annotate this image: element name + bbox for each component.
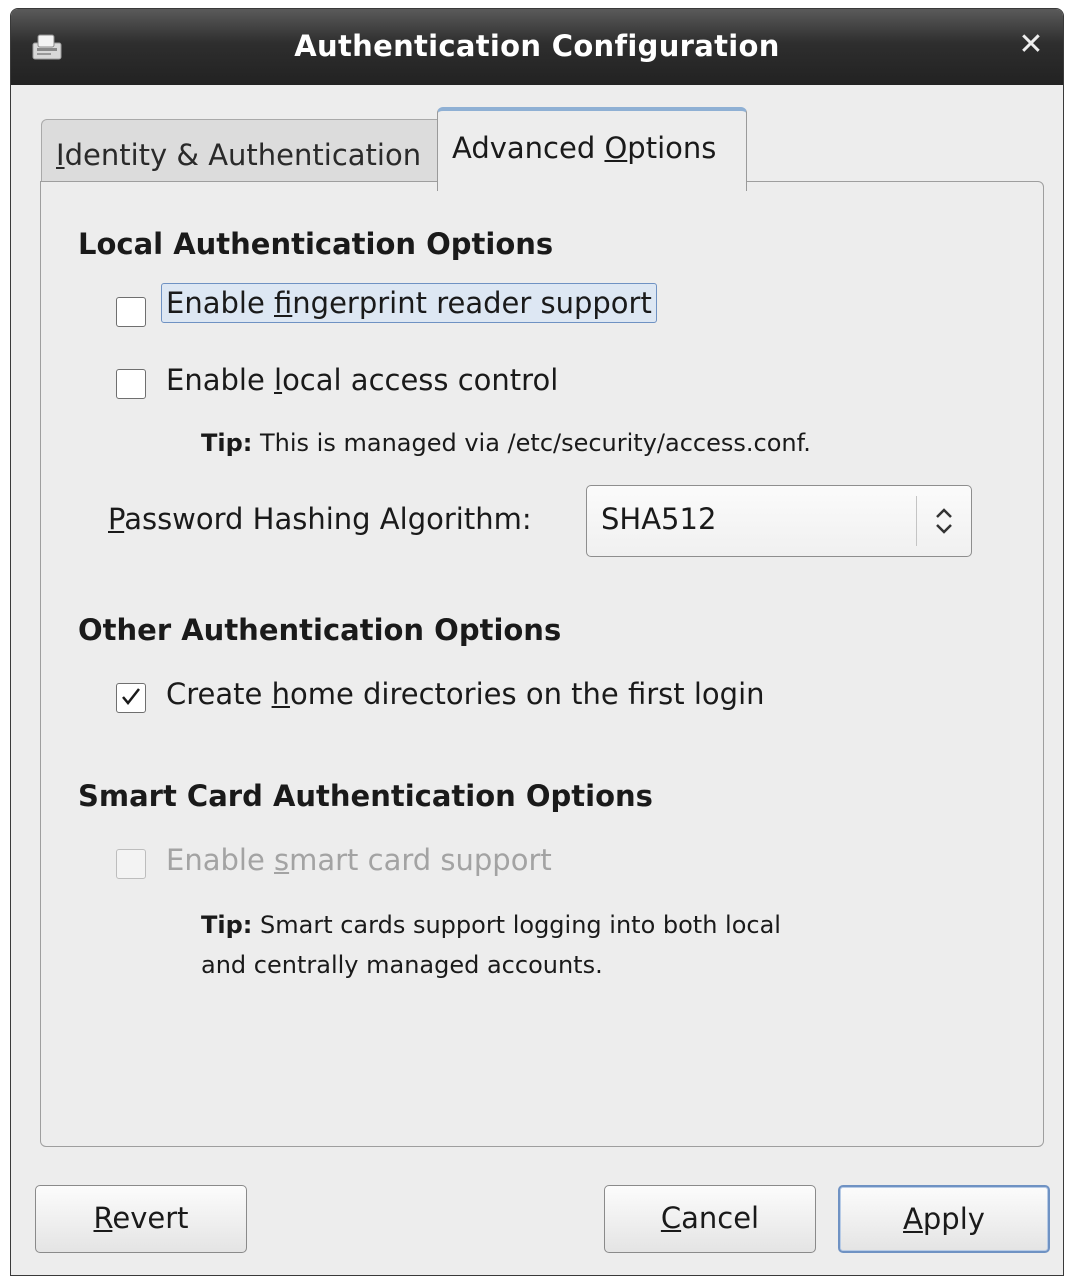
smart-card-checkbox[interactable] xyxy=(116,849,146,879)
local-access-label-mnemonic: l xyxy=(274,363,283,397)
local-auth-heading: Local Authentication Options xyxy=(78,227,554,261)
local-access-checkbox[interactable] xyxy=(116,369,146,399)
auth-config-window: Authentication Configuration ✕ Identity … xyxy=(10,8,1064,1276)
cancel-button-label: ancel xyxy=(681,1201,760,1235)
fingerprint-label[interactable]: Enable fingerprint reader support xyxy=(161,283,657,323)
smart-card-tip-bold: Tip: xyxy=(201,911,253,939)
tab-identity-label: dentity & Authentication xyxy=(64,138,422,172)
tab-advanced-label-post: ptions xyxy=(627,131,717,165)
smart-card-label-mnemonic: s xyxy=(274,843,290,877)
checkmark-icon xyxy=(122,688,140,705)
smart-card-label[interactable]: Enable smart card support xyxy=(166,843,552,877)
smart-card-tip: Tip: Smart cards support logging into bo… xyxy=(201,905,781,985)
advanced-options-panel xyxy=(40,181,1044,1147)
password-hashing-value: SHA512 xyxy=(601,502,717,536)
revert-button[interactable]: Revert xyxy=(35,1185,247,1253)
fingerprint-label-post: ingerprint reader support xyxy=(292,286,652,320)
smart-card-label-pre: Enable xyxy=(166,843,274,877)
access-tip: Tip: This is managed via /etc/security/a… xyxy=(201,423,811,463)
local-access-label[interactable]: Enable local access control xyxy=(166,363,558,397)
home-directories-checkbox[interactable] xyxy=(116,683,146,713)
fingerprint-checkbox[interactable] xyxy=(116,297,146,327)
cancel-button-mnemonic: C xyxy=(660,1201,682,1235)
local-access-label-post: ocal access control xyxy=(282,363,559,397)
password-hashing-mnemonic: P xyxy=(108,502,125,536)
password-hashing-select[interactable]: SHA512 xyxy=(586,485,972,557)
tab-advanced-mnemonic: O xyxy=(604,131,628,165)
home-directories-label-post: ome directories on the first login xyxy=(289,677,765,711)
smart-card-tip-line1: Smart cards support logging into both lo… xyxy=(252,911,781,939)
home-directories-label-mnemonic: h xyxy=(271,677,290,711)
tab-identity-mnemonic: I xyxy=(56,138,65,172)
title-bar[interactable]: Authentication Configuration ✕ xyxy=(11,9,1063,85)
fingerprint-label-pre: Enable xyxy=(166,286,274,320)
smart-card-heading: Smart Card Authentication Options xyxy=(78,779,653,813)
access-tip-bold: Tip: xyxy=(201,429,253,457)
smart-card-tip-line2: and centrally managed accounts. xyxy=(201,951,603,979)
window-title: Authentication Configuration xyxy=(294,29,780,63)
cancel-button[interactable]: Cancel xyxy=(604,1185,816,1253)
other-auth-heading: Other Authentication Options xyxy=(78,613,562,647)
combo-separator xyxy=(916,496,917,546)
fingerprint-label-mnemonic: f xyxy=(274,286,293,320)
tab-advanced-options[interactable]: Advanced Options xyxy=(437,107,747,191)
password-hashing-label: Password Hashing Algorithm: xyxy=(108,502,532,536)
smart-card-label-post: mart card support xyxy=(289,843,552,877)
revert-button-label: evert xyxy=(112,1201,189,1235)
up-down-arrows-icon xyxy=(936,508,952,534)
password-hashing-label-text: assword Hashing Algorithm: xyxy=(124,502,532,536)
apply-button-mnemonic: A xyxy=(903,1202,923,1236)
close-icon[interactable]: ✕ xyxy=(1013,27,1049,63)
tab-advanced-label-pre: Advanced xyxy=(452,131,605,165)
home-directories-label-pre: Create xyxy=(166,677,272,711)
apply-button-label: pply xyxy=(922,1202,985,1236)
local-access-label-pre: Enable xyxy=(166,363,274,397)
access-tip-text: This is managed via /etc/security/access… xyxy=(252,429,811,457)
home-directories-label[interactable]: Create home directories on the first log… xyxy=(166,677,765,711)
apply-button[interactable]: Apply xyxy=(838,1185,1050,1253)
revert-button-mnemonic: R xyxy=(93,1201,113,1235)
